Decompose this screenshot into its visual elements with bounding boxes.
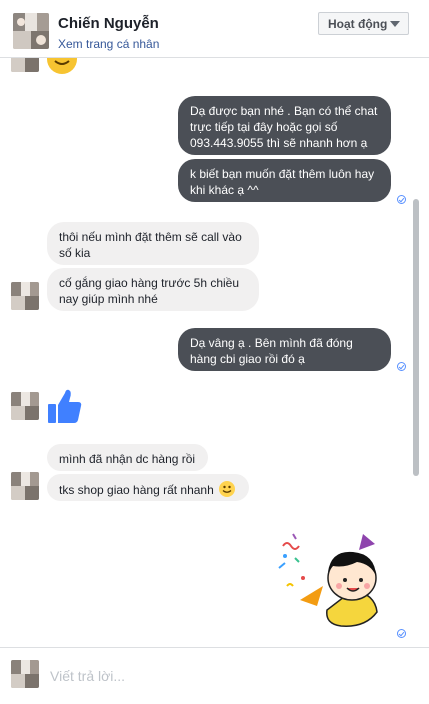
seen-check-icon [397,362,406,371]
status-label: Hoạt động [328,17,388,31]
message-bubble-outgoing[interactable]: k biết bạn muốn đặt thêm luôn hay khi kh… [178,159,391,202]
scrollbar-thumb[interactable] [413,199,419,476]
contact-name[interactable]: Chiến Nguyễn [58,15,159,32]
composer-bar [0,647,429,704]
thumbs-up-icon [47,387,83,425]
status-dropdown[interactable]: Hoạt động [318,12,409,35]
contact-avatar-small [11,392,39,420]
chevron-down-icon [390,21,400,27]
message-bubble-incoming[interactable]: mình đã nhận dc hàng rồi [47,444,208,471]
chat-header: Chiến Nguyễn Xem trang cá nhân Hoạt động [0,0,429,58]
message-bubble-incoming[interactable]: thôi nếu mình đặt thêm sẽ call vào số ki… [47,222,259,265]
contact-avatar-small [11,282,39,310]
message-thread[interactable]: Dạ được bạn nhé . Bạn có thể chat trực t… [0,58,429,647]
message-bubble-incoming[interactable]: tks shop giao hàng rất nhanh [47,474,249,501]
celebration-sticker-icon[interactable] [275,528,390,628]
contact-avatar-small [11,472,39,500]
reply-input[interactable] [48,662,392,690]
message-bubble-incoming[interactable]: cố gắng giao hàng trước 5h chiều nay giú… [47,268,259,311]
smile-emoji-icon [219,481,236,497]
message-bubble-outgoing[interactable]: Dạ vâng ạ . Bên mình đã đóng hàng cbi gi… [178,328,391,371]
user-avatar [11,660,39,688]
message-text: tks shop giao hàng rất nhanh [59,483,214,497]
message-bubble-outgoing[interactable]: Dạ được bạn nhé . Bạn có thể chat trực t… [178,96,391,155]
emoji-icon [47,58,77,74]
view-profile-link[interactable]: Xem trang cá nhân [58,37,159,51]
contact-avatar[interactable] [13,13,49,49]
seen-check-icon [397,195,406,204]
contact-avatar-small [11,58,39,72]
seen-check-icon [397,629,406,638]
